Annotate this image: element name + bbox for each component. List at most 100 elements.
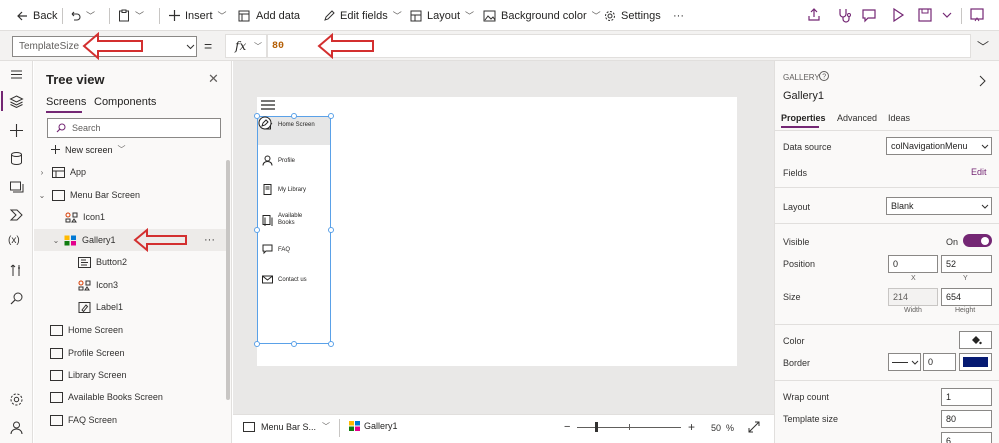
stethoscope-icon[interactable] [836,7,852,23]
new-screen-button[interactable]: New screen ﹀ [51,144,126,155]
resize-handle[interactable] [254,227,260,233]
tree-item-profile-screen[interactable]: Profile Screen [34,342,230,364]
database-icon[interactable] [9,151,24,166]
edit-pencil-icon[interactable] [258,116,272,130]
resize-handle[interactable] [328,227,334,233]
tree-item-library-screen[interactable]: Library Screen [34,364,230,386]
tree-item-menu-bar-screen[interactable]: ⌄ Menu Bar Screen [34,184,230,206]
zoom-in-button[interactable]: + [688,420,695,434]
zoom-slider-thumb[interactable] [595,422,598,432]
height-input[interactable]: 654 [941,288,992,306]
tab-components[interactable]: Components [94,96,156,108]
data-source-dropdown[interactable]: colNavigationMenu [886,137,992,155]
account-icon[interactable] [9,420,24,435]
gallery-item-available-books[interactable]: Available Books [262,213,302,227]
gallery-item-contact[interactable]: Contact us [262,274,307,285]
add-data-button[interactable]: Add data [238,0,300,31]
resize-handle[interactable] [328,113,334,119]
template-size-input[interactable]: 80 [941,410,992,428]
fields-edit-link[interactable]: Edit [971,167,987,177]
insert-button[interactable]: Insert ﹀ [169,0,227,31]
edit-fields-button[interactable]: Edit fields ﹀ [323,0,402,31]
tree-item-available-books-screen[interactable]: Available Books Screen [34,386,230,408]
tree-item-app[interactable]: › App [34,161,230,183]
chevron-down-icon[interactable]: ﹀ [86,9,95,22]
fx-button[interactable]: fx ﹀ [225,34,267,58]
power-automate-icon[interactable] [9,207,24,222]
publish-icon[interactable] [969,7,985,23]
tab-advanced[interactable]: Advanced [837,113,877,123]
border-width-input[interactable]: 0 [923,353,956,371]
tree-item-icon3[interactable]: Icon3 [34,274,230,296]
chevron-down-icon[interactable]: ⌄ [51,236,61,245]
tree-item-home-screen[interactable]: Home Screen [34,319,230,341]
help-icon[interactable]: ? [819,71,829,81]
layout-dropdown[interactable]: Blank [886,197,992,215]
gallery-item-profile[interactable]: Profile [262,155,295,166]
chevron-down-icon[interactable] [939,7,955,23]
position-y-input[interactable]: 52 [941,255,992,273]
resize-handle[interactable] [254,113,260,119]
background-color-button[interactable]: Background color ﹀ [483,0,601,31]
chevron-right-icon[interactable]: › [37,168,47,177]
resize-handle[interactable] [254,341,260,347]
zoom-out-button[interactable]: − [564,421,570,433]
undo-button[interactable]: ﹀ [69,0,95,31]
tree-item-faq-screen[interactable]: FAQ Screen [34,409,230,431]
plus-icon[interactable] [9,123,24,138]
tab-screens[interactable]: Screens [46,96,86,108]
control-breadcrumb[interactable]: Gallery1 [349,421,398,431]
media-icon[interactable] [9,179,24,194]
position-x-input[interactable]: 0 [888,255,938,273]
expand-formula-icon[interactable]: ﹀ [977,38,989,55]
paste-button[interactable]: ﹀ [118,0,144,31]
save-icon[interactable] [917,7,933,23]
close-icon[interactable]: ✕ [208,71,219,87]
gear-icon[interactable] [9,392,24,407]
chevron-down-icon[interactable]: ﹀ [135,9,144,22]
tree-scrollbar[interactable] [226,160,230,400]
wrap-count-input[interactable]: 1 [941,388,992,406]
fit-to-window-icon[interactable] [748,421,760,433]
width-input[interactable]: 214 [888,288,938,306]
resize-handle[interactable] [328,341,334,347]
tree-item-label1[interactable]: Label1 [34,296,230,318]
resize-handle[interactable] [291,113,297,119]
height-caption: Height [955,307,976,314]
template-padding-input[interactable]: 6 [941,432,992,443]
tree-item-icon1[interactable]: Icon1 [34,206,230,228]
layout-button[interactable]: Layout ﹀ [410,0,474,31]
chevron-right-icon[interactable] [978,75,986,87]
border-color-picker[interactable] [959,353,992,371]
tree-item-gallery1[interactable]: ⌄ Gallery1 ··· [34,229,230,251]
visible-toggle[interactable] [963,234,992,247]
comment-icon[interactable] [861,7,877,23]
chevron-down-icon[interactable]: ⌄ [37,191,47,200]
gallery-item-faq[interactable]: FAQ [262,244,290,255]
play-icon[interactable] [890,7,906,23]
search-input[interactable]: Search [47,118,221,138]
gallery-item-label: My Library [278,186,307,193]
tree-item-button2[interactable]: Button2 [34,251,230,273]
more-button[interactable]: ··· [673,0,684,31]
color-picker[interactable] [959,331,992,349]
active-indicator [1,91,3,111]
share-icon[interactable] [806,7,822,23]
border-style-dropdown[interactable] [888,353,921,371]
variables-icon[interactable]: (x) [8,235,20,246]
gallery-control[interactable] [257,116,331,344]
resize-handle[interactable] [291,341,297,347]
back-button[interactable]: Back [16,0,57,31]
control-name[interactable]: Gallery1 [783,90,824,102]
more-options-button[interactable]: ··· [204,234,215,246]
gallery-item-library[interactable]: My Library [262,184,306,195]
menu-icon[interactable] [9,67,24,82]
tab-ideas[interactable]: Ideas [888,113,910,123]
settings-button[interactable]: Settings [604,0,661,31]
search-icon[interactable] [9,291,24,306]
screen-breadcrumb[interactable]: Menu Bar S... ﹀ [243,421,330,432]
tab-properties[interactable]: Properties [781,113,826,123]
hamburger-menu-icon[interactable] [261,100,275,110]
tools-icon[interactable] [9,263,24,278]
layers-icon[interactable] [9,94,24,109]
